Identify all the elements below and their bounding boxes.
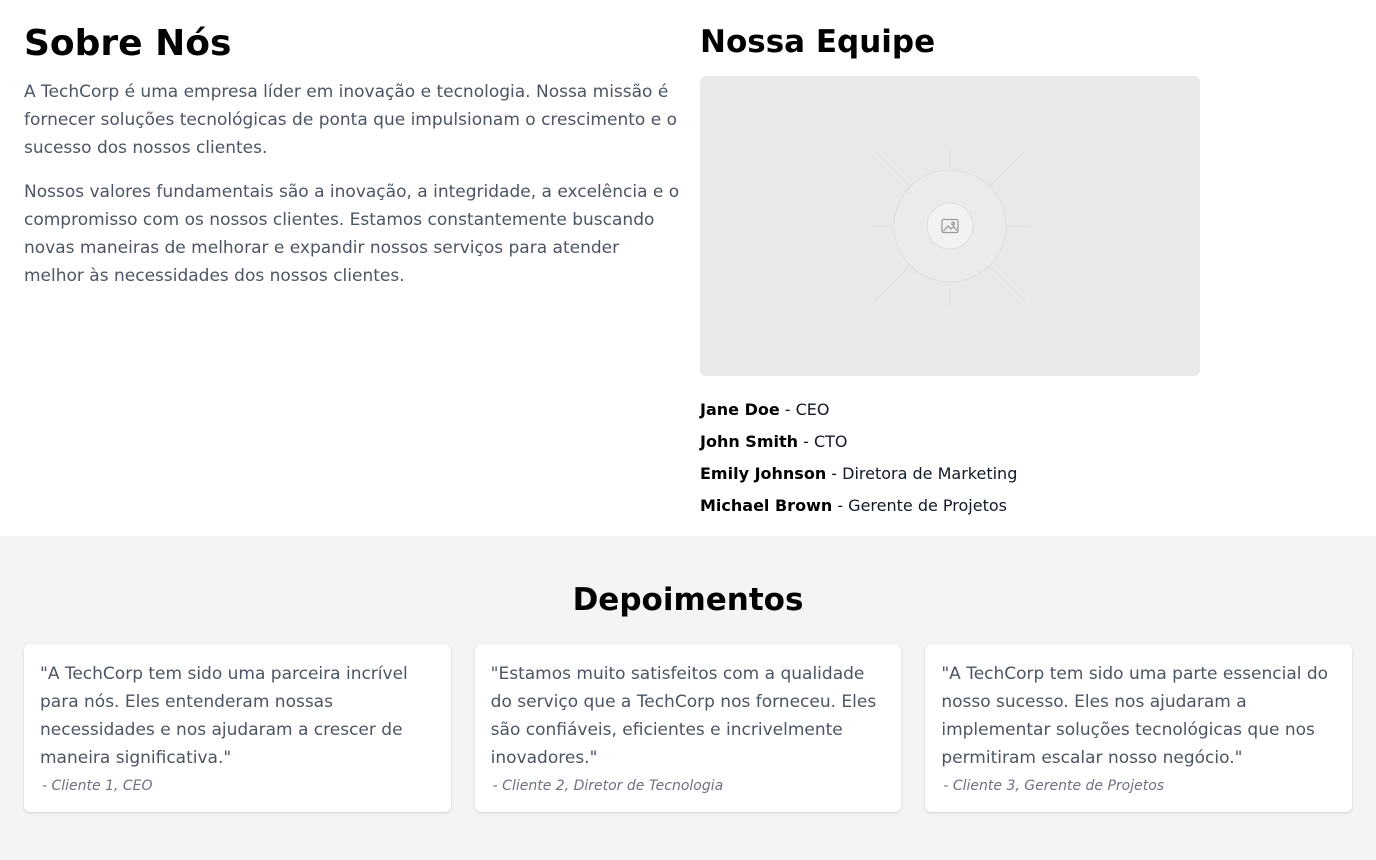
team-member: Michael Brown - Gerente de Projetos [700, 490, 1220, 522]
testimonial-card: "A TechCorp tem sido uma parte essencial… [925, 644, 1353, 812]
member-role: - Gerente de Projetos [832, 496, 1007, 515]
about-column: Sobre Nós A TechCorp é uma empresa líder… [24, 22, 680, 306]
team-member: John Smith - CTO [700, 426, 1220, 458]
member-role: - CTO [798, 432, 848, 451]
testimonial-author: - Cliente 1, CEO [42, 778, 153, 794]
image-placeholder-icon [870, 146, 1030, 306]
testimonial-author: - Cliente 2, Diretor de Tecnologia [492, 778, 724, 794]
testimonial-quote: "Estamos muito satisfeitos com a qualida… [490, 664, 877, 768]
about-team-section: Sobre Nós A TechCorp é uma empresa líder… [0, 0, 1376, 536]
testimonial-card: "A TechCorp tem sido uma parceira incrív… [24, 644, 451, 812]
team-member: Jane Doe - CEO [700, 394, 1220, 426]
team-column: Nossa Equipe Jane Doe - CEO John Smith -… [700, 22, 1220, 522]
about-paragraph: Nossos valores fundamentais são a inovaç… [24, 182, 680, 286]
testimonials-title: Depoimentos [572, 582, 804, 618]
team-member: Emily Johnson - Diretora de Marketing [700, 458, 1220, 490]
testimonial-cards: "A TechCorp tem sido uma parceira incrív… [24, 644, 1353, 812]
member-name: Emily Johnson [700, 464, 827, 483]
member-role: - CEO [779, 400, 830, 419]
team-title: Nossa Equipe [700, 24, 936, 60]
member-name: John Smith [700, 432, 799, 451]
member-name: Michael Brown [700, 496, 833, 515]
about-paragraph: A TechCorp é uma empresa líder em inovaç… [24, 82, 677, 158]
team-member-list: Jane Doe - CEO John Smith - CTO Emily Jo… [700, 394, 1220, 522]
testimonial-card: "Estamos muito satisfeitos com a qualida… [474, 644, 902, 812]
about-title: Sobre Nós [24, 23, 232, 64]
testimonial-quote: "A TechCorp tem sido uma parte essencial… [941, 664, 1329, 768]
team-photo-placeholder [700, 76, 1200, 376]
testimonial-quote: "A TechCorp tem sido uma parceira incrív… [40, 664, 408, 768]
member-role: - Diretora de Marketing [826, 464, 1018, 483]
member-name: Jane Doe [700, 400, 780, 419]
testimonials-section: Depoimentos "A TechCorp tem sido uma par… [0, 536, 1376, 860]
testimonial-author: - Cliente 3, Gerente de Projetos [943, 778, 1165, 794]
